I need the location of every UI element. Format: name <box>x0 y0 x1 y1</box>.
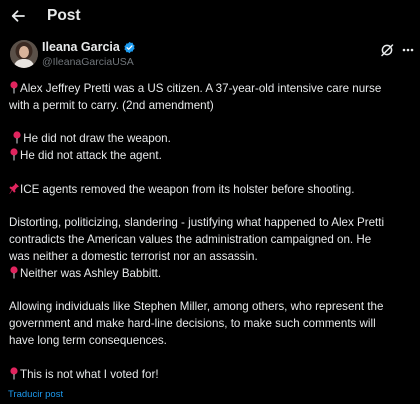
post-line: government and make hard-line decisions,… <box>9 317 376 331</box>
post-text-run: Alex Jeffrey Pretti was a US citizen. A … <box>20 82 382 95</box>
round-pushpin-icon <box>12 131 22 144</box>
post-paragraph: He did not draw the weapon. He did not a… <box>9 131 413 165</box>
author-display-name[interactable]: Ileana Garcia <box>42 40 120 54</box>
avatar[interactable] <box>10 40 38 68</box>
post-line: Distorting, politicizing, slandering - j… <box>9 216 385 230</box>
round-pushpin-icon <box>9 266 19 279</box>
post-line: He did not attack the agent. <box>9 148 413 165</box>
post-line: Allowing individuals like Stephen Miller… <box>9 300 384 314</box>
author-name-line: Ileana Garcia <box>42 40 136 54</box>
round-pushpin-icon <box>9 81 19 94</box>
arrow-left-icon[interactable] <box>8 6 28 26</box>
post-line: have long term consequences. <box>9 333 167 347</box>
post-text-run: He did not draw the weapon. <box>23 132 171 146</box>
post-paragraph: ICE agents removed the weapon from its h… <box>9 182 413 199</box>
post-line: with a permit to carry. (2nd amendment) <box>9 98 214 112</box>
post-paragraph: Distorting, politicizing, slandering - j… <box>9 215 413 282</box>
post-text-run: He did not attack the agent. <box>20 149 162 163</box>
author-handle[interactable]: @IleanaGarciaUSA <box>42 56 134 68</box>
top-bar: Post <box>0 0 420 32</box>
post-line: was neither a domestic terrorist nor an … <box>9 249 258 263</box>
more-icon[interactable] <box>402 43 414 57</box>
post-paragraph: Allowing individuals like Stephen Miller… <box>9 299 413 349</box>
post-text-run: Neither was Ashley Babbitt. <box>20 266 162 280</box>
post-line: Alex Jeffrey Pretti was a US citizen. A … <box>9 81 413 98</box>
post-line: Neither was Ashley Babbitt. <box>9 266 413 283</box>
post-line: This is not what I voted for! <box>9 366 413 384</box>
post-text-run: ICE agents removed the weapon from its h… <box>20 182 355 196</box>
verified-badge-icon <box>123 41 136 54</box>
page-title: Post <box>47 7 81 24</box>
translate-post-link[interactable]: Traducir post <box>8 389 63 400</box>
post-text: Alex Jeffrey Pretti was a US citizen. A … <box>9 81 413 383</box>
post-paragraph: Alex Jeffrey Pretti was a US citizen. A … <box>9 81 413 115</box>
round-pushpin-icon <box>9 148 19 161</box>
post-line: He did not draw the weapon. <box>9 131 413 148</box>
post-text-run: This is not what I voted for! <box>20 367 159 381</box>
post-line: contradicts the American values the admi… <box>9 233 372 247</box>
post-paragraph: This is not what I voted for! <box>9 366 413 384</box>
pushpin-icon <box>9 182 19 195</box>
grok-icon[interactable] <box>380 43 394 57</box>
post-author: Ileana Garcia @IleanaGarciaUSA <box>10 39 414 69</box>
post-line: ICE agents removed the weapon from its h… <box>9 182 413 199</box>
round-pushpin-icon <box>9 366 19 380</box>
